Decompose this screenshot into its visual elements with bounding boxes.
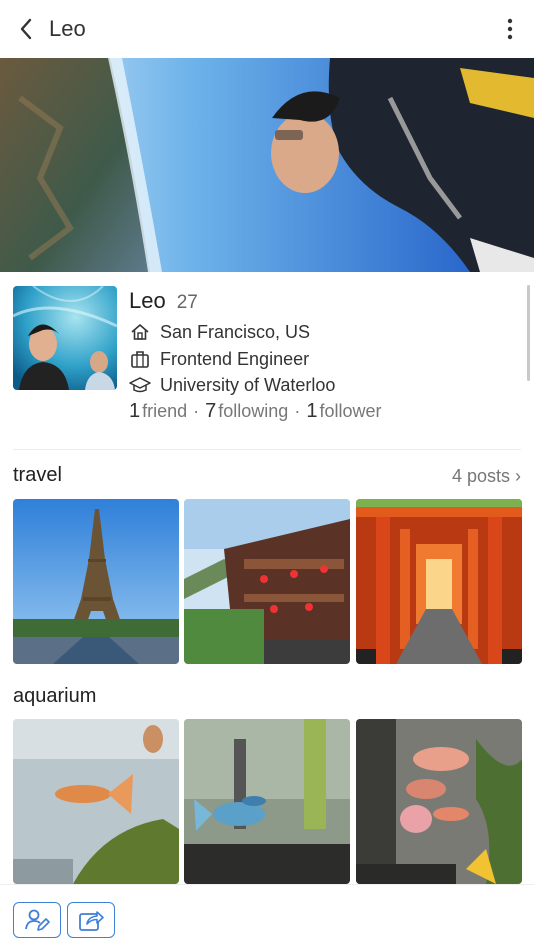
stats-separator: · [193, 401, 200, 421]
photo-guppy-orange[interactable] [13, 719, 179, 884]
user-edit-icon [25, 909, 50, 931]
job-row: Frontend Engineer [129, 348, 309, 370]
school-text: University of Waterloo [160, 374, 336, 395]
photo-torii-gates[interactable] [356, 499, 522, 664]
divider [13, 449, 521, 450]
cover-photo[interactable] [0, 58, 534, 272]
following-count[interactable]: 7 [205, 400, 216, 423]
edit-profile-button[interactable] [13, 902, 61, 938]
share-button[interactable] [67, 902, 115, 938]
photo-guppy-blue[interactable] [184, 719, 350, 884]
back-button[interactable] [12, 14, 40, 44]
following-label[interactable]: following [218, 401, 288, 422]
followers-label[interactable]: follower [319, 401, 381, 422]
bottom-action-bar [0, 884, 534, 950]
album-title-aquarium: aquarium [13, 685, 97, 707]
friends-label[interactable]: friend [142, 401, 187, 422]
home-icon [129, 321, 151, 343]
top-app-bar: Leo [0, 0, 534, 58]
followers-count[interactable]: 1 [306, 400, 317, 423]
location-text: San Francisco, US [160, 321, 311, 342]
photo-eiffel-tower[interactable] [13, 499, 179, 664]
name-age-row: Leo 27 [129, 288, 198, 314]
profile-card: Leo 27 San Francisco, US Frontend Engine… [0, 272, 534, 450]
school-row: University of Waterloo [129, 374, 335, 396]
stats-separator: · [294, 401, 301, 421]
photo-teahouse[interactable] [184, 499, 350, 664]
friends-count[interactable]: 1 [129, 400, 140, 423]
more-options-button[interactable] [500, 14, 520, 44]
location-row: San Francisco, US [129, 321, 310, 343]
album-title-travel: travel [13, 464, 62, 486]
photo-guppy-pink[interactable] [356, 719, 522, 884]
chevron-left-icon [20, 18, 32, 40]
profile-age: 27 [176, 292, 198, 313]
briefcase-icon [129, 348, 151, 370]
profile-name: Leo [129, 288, 166, 313]
job-text: Frontend Engineer [160, 348, 310, 369]
share-icon [79, 911, 104, 931]
more-vertical-icon [507, 18, 513, 40]
page-title: Leo [49, 16, 86, 41]
album-posts-link[interactable]: 4 posts › [452, 466, 521, 487]
graduation-cap-icon [129, 374, 151, 396]
avatar[interactable] [13, 286, 117, 390]
social-stats: 1 friend · 7 following · 1 follower [129, 400, 381, 423]
